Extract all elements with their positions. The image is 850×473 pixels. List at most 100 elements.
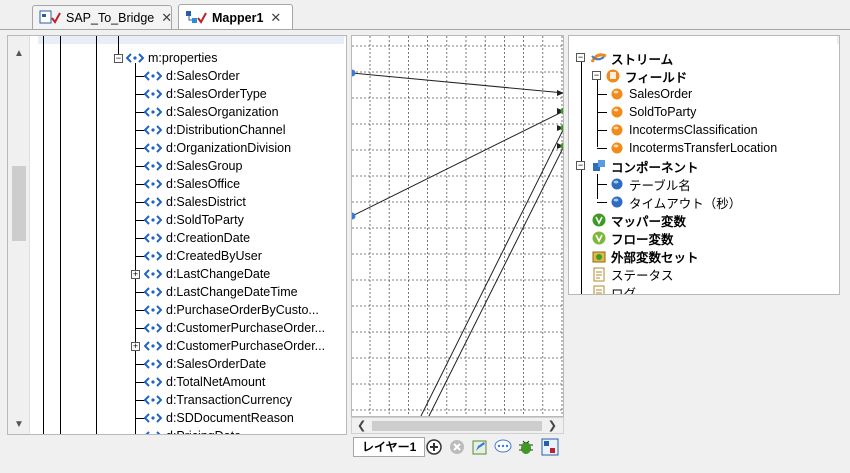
tree-guide-line [43,36,44,434]
comment-icon[interactable] [494,438,512,456]
tree-node[interactable]: d:SalesGroup [144,157,242,175]
tree-node[interactable]: d:LastChangeDateTime [144,283,298,301]
remove-layer-icon[interactable] [448,438,466,456]
tree-node-label: d:LastChangeDate [166,267,271,281]
tree-item-field[interactable]: IncotermsClassification [609,121,758,139]
scroll-left-icon[interactable]: ❮ [357,419,366,432]
tab-sap-to-bridge[interactable]: SAP_To_Bridge ✕ [32,5,172,30]
source-connector-dot[interactable] [352,212,356,220]
tree-item-log[interactable]: ログ [591,283,636,294]
tree-item-external-variables[interactable]: 外部変数セット [591,247,699,265]
scroll-up-icon[interactable]: ▲ [8,48,30,59]
element-icon [144,71,162,81]
expand-icon[interactable]: + [131,342,140,351]
mapping-line[interactable] [428,146,564,417]
collapse-icon[interactable]: − [576,161,585,170]
tree-item-fields[interactable]: フィールド [605,67,687,85]
mapper-icon[interactable] [541,438,559,456]
tree-item-field[interactable]: IncotermsTransferLocation [609,139,777,157]
tree-guide-line [96,36,97,434]
element-icon [144,287,162,297]
source-schema-tree[interactable]: ▲ ▼ − m:properties d:SalesOrder d:SalesOrde… [7,35,347,435]
field-icon [609,86,625,102]
source-connector-dot[interactable] [352,69,356,77]
element-icon [144,179,162,189]
mapping-canvas[interactable] [351,35,564,417]
tree-item-component[interactable]: コンポーネント [591,157,699,175]
field-icon [609,140,625,156]
collapse-icon[interactable]: − [576,53,585,62]
target-connector-dot[interactable] [560,107,565,115]
tree-node[interactable]: d:DistributionChannel [144,121,286,139]
tree-node[interactable]: d:SalesOrderType [144,85,267,103]
collapse-icon[interactable]: − [114,54,123,63]
tree-node[interactable]: d:SDDocumentReason [144,409,294,427]
scroll-thumb[interactable] [372,421,542,431]
tree-node[interactable]: d:SalesOrder [144,67,240,85]
tree-item-property[interactable]: テーブル名 [609,175,691,193]
target-connector-dot[interactable] [560,124,565,132]
tree-node-label: d:SDDocumentReason [166,411,294,425]
element-icon [144,125,162,135]
tree-node[interactable]: d:PricingDate [144,427,241,434]
collapse-icon[interactable]: − [592,71,601,80]
tree-node-label: d:SalesOrderDate [166,357,267,371]
status-icon [591,266,607,282]
tree-item-label: コンポーネント [611,160,699,175]
add-layer-icon[interactable] [425,438,443,456]
tree-item-property[interactable]: タイムアウト（秒） [609,193,741,211]
tab-bar: SAP_To_Bridge ✕ Mapper1 ✕ [0,0,850,30]
expand-icon[interactable]: + [131,270,140,279]
horizontal-scrollbar[interactable]: ❮ ❯ [351,417,564,434]
scroll-down-icon[interactable]: ▼ [8,419,30,430]
scroll-indicator [837,36,839,44]
tree-node[interactable]: d:CustomerPurchaseOrder... [144,337,325,355]
tree-item-label: テーブル名 [629,178,691,193]
tree-node-label: d:TotalNetAmount [166,375,266,389]
tree-node[interactable]: d:LastChangeDate [144,265,270,283]
tree-item-label: IncotermsClassification [629,123,758,137]
tree-item-flow-variables[interactable]: フロー変数 [591,229,674,247]
tree-item-field[interactable]: SoldToParty [609,103,696,121]
tab-mapper1[interactable]: Mapper1 ✕ [178,4,293,30]
vertical-scrollbar[interactable]: ▲ ▼ [8,36,30,434]
tree-node[interactable]: d:CreatedByUser [144,247,262,265]
tree-node-label: m:properties [148,51,218,65]
mapping-arrowhead [557,90,563,96]
component-icon [591,158,607,174]
close-icon[interactable]: ✕ [270,10,281,26]
tree-node[interactable]: d:CustomerPurchaseOrder... [144,319,325,337]
tree-node-label: d:PricingDate [166,429,241,434]
element-icon [144,305,162,315]
debug-icon[interactable] [517,438,535,456]
tree-node[interactable]: d:OrganizationDivision [144,139,291,157]
layer-tab[interactable]: レイヤー1 [353,437,426,457]
tree-node[interactable]: d:PurchaseOrderByCusto... [144,301,319,319]
tree-node[interactable]: d:TransactionCurrency [144,391,292,409]
tree-node-root[interactable]: m:properties [126,49,217,67]
scroll-right-icon[interactable]: ❯ [548,419,557,432]
tree-item-mapper-variables[interactable]: マッパー変数 [591,211,686,229]
tree-node[interactable]: d:CreationDate [144,229,250,247]
tree-node[interactable]: d:TotalNetAmount [144,373,265,391]
tree-item-label: SoldToParty [629,105,697,119]
mapping-line[interactable] [352,72,564,94]
element-icon [144,107,162,117]
tree-node[interactable]: d:SoldToParty [144,211,244,229]
close-icon[interactable]: ✕ [161,10,172,26]
tree-node[interactable]: d:SalesOrderDate [144,355,266,373]
tree-node[interactable]: d:SalesDistrict [144,193,246,211]
tree-node[interactable]: d:SalesOffice [144,175,240,193]
target-variables-tree[interactable]: − ストリーム − フィールド SalesOrder SoldToParty Inc… [568,35,840,295]
tree-guide-line [581,166,582,294]
edit-icon[interactable] [471,438,489,456]
tree-node-label: d:DistributionChannel [166,123,286,137]
tree-item-stream[interactable]: ストリーム [590,49,673,67]
scroll-thumb[interactable] [12,166,26,241]
target-connector-dot[interactable] [560,142,565,150]
mapping-line[interactable] [352,110,564,217]
tree-connector [597,202,607,203]
tree-node[interactable]: d:SalesOrganization [144,103,279,121]
tree-item-status[interactable]: ステータス [591,265,674,283]
tree-item-field[interactable]: SalesOrder [609,85,692,103]
